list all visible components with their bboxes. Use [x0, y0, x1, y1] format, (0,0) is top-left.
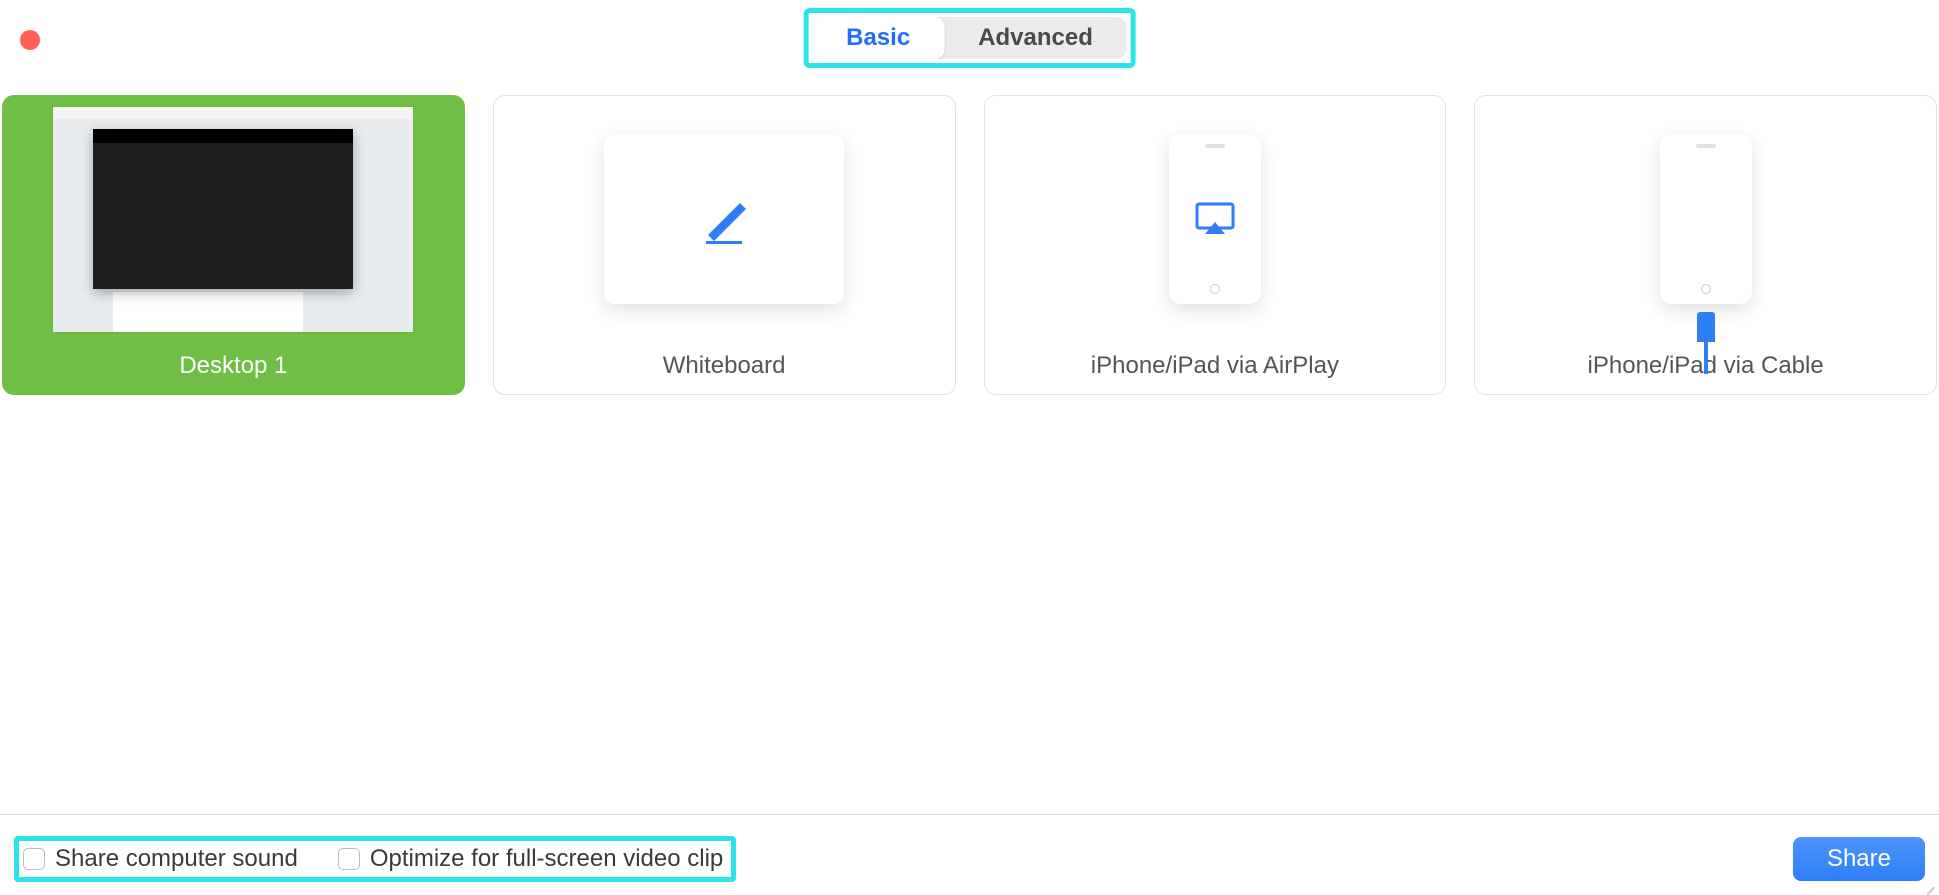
tile-label: iPhone/iPad via AirPlay [1091, 342, 1339, 394]
mode-tabs: Basic Advanced [812, 17, 1127, 59]
share-tile-cable[interactable]: iPhone/iPad via Cable [1474, 95, 1937, 395]
share-button[interactable]: Share [1793, 837, 1925, 881]
desktop-thumbnail [3, 96, 464, 342]
whiteboard-icon [604, 134, 844, 304]
iphone-airplay-icon [1169, 134, 1261, 304]
checkbox-optimize-video[interactable]: Optimize for full-screen video clip [338, 845, 723, 873]
checkbox-share-sound-input[interactable] [23, 848, 45, 870]
iphone-cable-icon [1660, 134, 1752, 304]
tab-advanced[interactable]: Advanced [944, 17, 1127, 59]
checkbox-optimize-video-label: Optimize for full-screen video clip [370, 845, 723, 873]
checkbox-optimize-video-input[interactable] [338, 848, 360, 870]
checkbox-share-sound[interactable]: Share computer sound [23, 845, 298, 873]
checkbox-share-sound-label: Share computer sound [55, 845, 298, 873]
tabs-highlight-box: Basic Advanced [803, 8, 1136, 68]
window-close-button[interactable] [20, 30, 40, 50]
window-resize-grip[interactable] [1921, 874, 1935, 888]
share-tile-desktop-1[interactable]: Desktop 1 [2, 95, 465, 395]
tile-label: Whiteboard [663, 342, 786, 394]
footer-options-highlight-box: Share computer sound Optimize for full-s… [14, 836, 736, 882]
share-tile-whiteboard[interactable]: Whiteboard [493, 95, 956, 395]
share-options-grid: Desktop 1 Whiteboard iPhone/iPad [0, 95, 1939, 395]
footer-bar: Share computer sound Optimize for full-s… [0, 826, 1939, 892]
tile-label: Desktop 1 [179, 342, 287, 394]
footer-separator [0, 814, 1939, 815]
share-tile-airplay[interactable]: iPhone/iPad via AirPlay [984, 95, 1447, 395]
tab-basic[interactable]: Basic [812, 17, 944, 59]
